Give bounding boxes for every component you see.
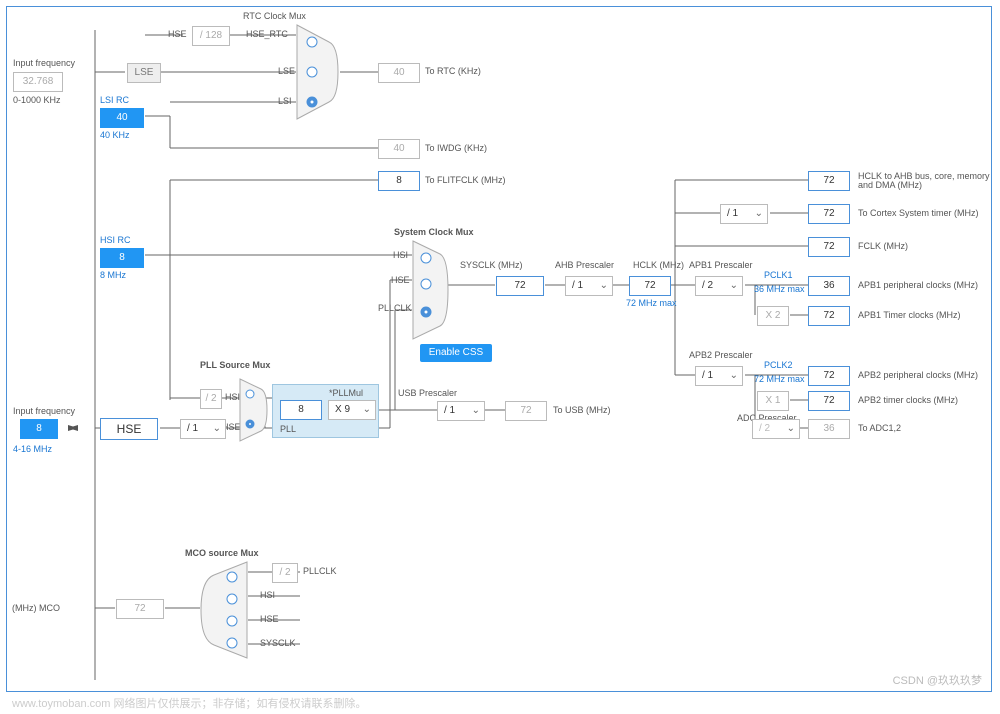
lse-source[interactable]: LSE (127, 63, 161, 83)
lsi-unit: 40 KHz (100, 130, 130, 140)
pll-label: PLL (280, 424, 296, 434)
iwdg-out: 40 (378, 139, 420, 159)
ahb-label: AHB Prescaler (555, 260, 614, 270)
apb2-periph-label: APB2 peripheral clocks (MHz) (858, 370, 978, 380)
mco-out: 72 (116, 599, 164, 619)
hse-div128: / 128 (192, 26, 230, 46)
hsi-val: 8 (100, 248, 144, 268)
lse-range: 0-1000 KHz (13, 95, 61, 105)
mco-hse: HSE (260, 614, 279, 624)
mco-sysclk: SYSCLK (260, 638, 296, 648)
mco-pllclk: PLLCLK (303, 566, 337, 576)
mco-hsi: HSI (260, 590, 275, 600)
lsi-val: 40 (100, 108, 144, 128)
apb1-timer-val: 72 (808, 306, 850, 326)
rtc-mux[interactable] (296, 24, 340, 120)
enable-css-button[interactable]: Enable CSS (420, 344, 492, 362)
pll-prescaler[interactable]: / 1 (180, 419, 226, 439)
apb1-div[interactable]: / 2 (695, 276, 743, 296)
cortex-div[interactable]: / 1 (720, 204, 768, 224)
cortex-label: To Cortex System timer (MHz) (858, 208, 979, 218)
pll-source-mux[interactable] (239, 378, 269, 442)
mco-div: / 2 (272, 563, 298, 583)
pll-in: 8 (280, 400, 322, 420)
lsi-rc-label: LSI RC (100, 95, 129, 105)
pll-hsi: HSI (225, 392, 240, 402)
pll-title: PLL Source Mux (200, 360, 270, 370)
apb1-timer-label: APB1 Timer clocks (MHz) (858, 310, 961, 320)
lse-freq-box: 32.768 (13, 72, 63, 92)
apb2-timer-label: APB2 timer clocks (MHz) (858, 395, 958, 405)
hse-sig: HSE (168, 29, 187, 39)
adc-div[interactable]: / 2 (752, 419, 800, 439)
hsi-rc-label: HSI RC (100, 235, 131, 245)
hse-range: 4-16 MHz (13, 444, 52, 454)
iwdg-label: To IWDG (KHz) (425, 143, 487, 153)
lse-input-freq-label: Input frequency (13, 58, 75, 68)
rtc-lse: LSE (278, 66, 295, 76)
sysclk-pll: PLLCLK (378, 303, 412, 313)
fclk-label: FCLK (MHz) (858, 241, 908, 251)
mco-title: MCO source Mux (185, 548, 259, 558)
sysclk-hsi: HSI (393, 250, 408, 260)
sysclk-mux[interactable] (412, 240, 450, 340)
hse-input-freq-label: Input frequency (13, 406, 75, 416)
hse-rtc-lbl: HSE_RTC (246, 29, 288, 39)
hclk-label: HCLK (MHz) (633, 260, 684, 270)
sysclk-label: SYSCLK (MHz) (460, 260, 523, 270)
sysclk-hse: HSE (391, 275, 410, 285)
pclk2-max: 72 MHz max (754, 374, 805, 384)
pllmul-label: *PLLMul (329, 388, 363, 398)
pclk2-label: PCLK2 (764, 360, 793, 370)
apb1-periph-val: 36 (808, 276, 850, 296)
adc-out-label: To ADC1,2 (858, 423, 901, 433)
flitf-out: 8 (378, 171, 420, 191)
pll-div2: / 2 (200, 389, 222, 409)
hclk-ahb-label: HCLK to AHB bus, core, memory and DMA (M… (858, 172, 993, 190)
apb2-timer-val: 72 (808, 391, 850, 411)
pclk1-label: PCLK1 (764, 270, 793, 280)
sysclk-mux-title: System Clock Mux (394, 227, 474, 237)
hclk-max: 72 MHz max (626, 298, 677, 308)
hclk-val[interactable]: 72 (629, 276, 671, 296)
fclk-val: 72 (808, 237, 850, 257)
hclk-ahb-val: 72 (808, 171, 850, 191)
apb1-periph-label: APB1 peripheral clocks (MHz) (858, 280, 978, 290)
rtc-out: 40 (378, 63, 420, 83)
apb1-label: APB1 Prescaler (689, 260, 753, 270)
sysclk-val: 72 (496, 276, 544, 296)
flitf-label: To FLITFCLK (MHz) (425, 175, 506, 185)
apb2-label: APB2 Prescaler (689, 350, 753, 360)
watermark-left: www.toymoban.com 网络图片仅供展示；非存储；如有侵权请联系删除。 (12, 695, 366, 711)
apb2-periph-val: 72 (808, 366, 850, 386)
apb1-timer-x: X 2 (757, 306, 789, 326)
mco-mux[interactable] (200, 561, 248, 659)
apb2-div[interactable]: / 1 (695, 366, 743, 386)
mco-out-label: (MHz) MCO (12, 603, 60, 613)
apb2-timer-x: X 1 (757, 391, 789, 411)
watermark-right: CSDN @玖玖玖梦 (893, 672, 982, 688)
hse-freq-box[interactable]: 8 (20, 419, 58, 439)
pclk1-max: 36 MHz max (754, 284, 805, 294)
usb-title: USB Prescaler (398, 388, 457, 398)
adc-val: 36 (808, 419, 850, 439)
usb-out: 72 (505, 401, 547, 421)
pllmul-select[interactable]: X 9 (328, 400, 376, 420)
hse-source[interactable]: HSE (100, 418, 158, 440)
usb-label: To USB (MHz) (553, 405, 611, 415)
cortex-val: 72 (808, 204, 850, 224)
ahb-div[interactable]: / 1 (565, 276, 613, 296)
usb-div[interactable]: / 1 (437, 401, 485, 421)
hsi-unit: 8 MHz (100, 270, 126, 280)
rtc-out-label: To RTC (KHz) (425, 66, 481, 76)
rtc-lsi: LSI (278, 96, 292, 106)
rtc-mux-title: RTC Clock Mux (243, 11, 306, 21)
